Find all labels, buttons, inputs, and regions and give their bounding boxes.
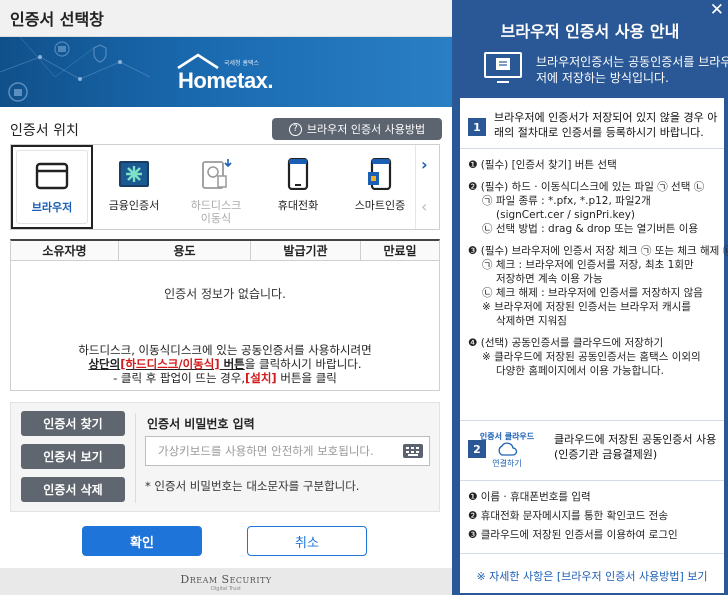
hard-disk-notice: 하드디스크, 이동식디스크에 있는 공동인증서를 사용하시려면 상단의[하드디스… <box>11 343 439 385</box>
storage-label: 스마트인증 <box>354 199 406 212</box>
step-line: ㉠ 파일 종류 : *.pfx, *.p12, 파일2개 <box>482 195 651 207</box>
password-hint: * 인증서 비밀번호는 대소문자를 구분합니다. <box>145 479 360 493</box>
empty-message: 인증서 정보가 없습니다. <box>164 287 286 301</box>
banner-decoration-icon <box>0 37 150 102</box>
hard-disk-icon <box>199 157 233 191</box>
step-line: 저장하면 계속 이용 가능 <box>496 273 603 285</box>
guide-card: 1 브라우저에 인증서가 저장되어 있지 않을 경우 아래의 절차대로 인증서를… <box>460 98 728 593</box>
app-root: 인증서 선택창 국세청 홈택스 Hometax. 인증서 위치 ? 브라우저 인… <box>0 0 728 595</box>
browser-cert-guide-button[interactable]: ? 브라우저 인증서 사용방법 <box>272 118 442 140</box>
chevron-right-icon[interactable]: › <box>421 155 428 174</box>
step-line: 삭제하면 지워짐 <box>496 315 567 327</box>
monitor-cert-icon <box>484 52 522 83</box>
smart-cert-icon <box>363 157 397 191</box>
step-line: ❶ (필수) [인증서 찾기] 버튼 선택 <box>468 159 617 171</box>
step-number: 1 <box>468 118 486 136</box>
view-cert-button[interactable]: 인증서 보기 <box>21 444 125 469</box>
delete-cert-button[interactable]: 인증서 삭제 <box>21 477 125 502</box>
storage-mobile-phone[interactable]: 휴대전화 <box>257 145 339 229</box>
logo-subtitle: 국세청 홈택스 <box>224 60 260 67</box>
password-placeholder: 가상키보드를 사용하면 안전하게 보호됩니다. <box>158 444 374 458</box>
storage-smart-cert[interactable]: 스마트인증 <box>339 145 421 229</box>
cert-select-dialog: 인증서 선택창 국세청 홈택스 Hometax. 인증서 위치 ? 브라우저 인… <box>0 0 452 595</box>
storage-browser[interactable]: 브라우저 <box>11 145 93 229</box>
divider <box>460 553 724 554</box>
step-line: (signCert.cer / signPri.key) <box>496 209 636 221</box>
step-number: 2 <box>468 440 486 458</box>
col-owner: 소유자명 <box>11 241 119 260</box>
table-header: 소유자명 용도 발급기관 만료일 <box>11 241 439 261</box>
guide-detail-link[interactable]: ※ 자세한 사항은 [브라우저 인증서 사용방법] 보기 <box>460 568 724 584</box>
password-panel: 인증서 찾기 인증서 보기 인증서 삭제 인증서 비밀번호 입력 가상키보드를 … <box>10 402 440 512</box>
step1-header: 1 브라우저에 인증서가 저장되어 있지 않을 경우 아래의 절차대로 인증서를… <box>468 110 720 140</box>
col-purpose: 용도 <box>119 241 251 260</box>
footer-tagline: Digital Trust <box>211 586 241 592</box>
guide-title: 브라우저 인증서 사용 안내 <box>500 22 680 41</box>
col-issuer: 발급기관 <box>251 241 361 260</box>
step-line: ❷ 휴대전화 문자메시지를 통한 확인코드 전송 <box>468 510 668 522</box>
cloud-icon <box>498 442 518 456</box>
guide-button-label: 브라우저 인증서 사용방법 <box>306 123 426 136</box>
step-line: ※ 클라우드에 저장된 공동인증서는 홈택스 이외의 <box>482 351 701 363</box>
hometax-banner: 국세청 홈택스 Hometax. <box>0 37 452 107</box>
step-line: ※ 브라우저에 저장된 인증서는 브라우저 캐시를 <box>482 301 692 313</box>
cloud-logo-bottom: 연결하기 <box>492 459 522 468</box>
divider <box>460 148 724 149</box>
confirm-button[interactable]: 확인 <box>82 526 202 556</box>
guide-intro-text: 브라우저인증서는 공동인증서를 브라우저에 저장하는 방식입니다. <box>536 55 728 85</box>
step2-text: 클라우드에 저장된 공동인증서 사용 (인증기관 금융결제원) <box>554 433 717 461</box>
close-icon[interactable]: ✕ <box>710 0 724 20</box>
storage-label: 휴대전화 <box>277 199 319 212</box>
divider <box>460 420 724 421</box>
finance-cert-icon <box>117 157 151 191</box>
virtual-keyboard-icon[interactable] <box>403 444 423 458</box>
col-expiry: 만료일 <box>383 244 417 258</box>
guide-intro: 브라우저인증서는 공동인증서를 브라우저에 저장하는 방식입니다. <box>480 50 728 90</box>
divider <box>135 413 136 503</box>
step-line: ❹ (선택) 공동인증서를 클라우드에 저장하기 <box>468 337 664 349</box>
cert-location-header: 인증서 위치 ? 브라우저 인증서 사용방법 <box>10 116 442 142</box>
storage-label: 하드디스크 이동식 <box>190 199 242 225</box>
step-line: ❸ 클라우드에 저장된 인증서를 이용하여 로그인 <box>468 529 678 541</box>
storage-nav: › ‹ <box>415 145 439 229</box>
storage-finance-cert[interactable]: 금융인증서 <box>93 145 175 229</box>
step1-details: ❶ (필수) [인증서 찾기] 버튼 선택 ❷ (필수) 하드 · 이동식디스크… <box>468 158 728 378</box>
step-line: ㉡ 체크 해제 : 브라우저에 인증서를 저장하지 않음 <box>482 287 703 299</box>
cert-storage-selector: 브라우저 금융인증서 하드디스크 이동식 휴대전화 스마트인증 › ‹ <box>10 144 440 230</box>
step-line: ㉡ 선택 방법 : drag & drop 또는 열기버튼 이용 <box>482 223 699 235</box>
password-label: 인증서 비밀번호 입력 <box>147 417 255 431</box>
dialog-title: 인증서 선택창 <box>10 10 104 29</box>
step-line: ❸ (필수) 브라우저에 인증서 저장 체크 ㉠ 또는 체크 해제 ㉡ <box>468 245 728 257</box>
password-input[interactable]: 가상키보드를 사용하면 안전하게 보호됩니다. <box>145 436 430 466</box>
cert-location-label: 인증서 위치 <box>10 123 79 139</box>
footer-brand: Dream Security <box>180 573 272 586</box>
browser-cert-guide-panel: ✕ 브라우저 인증서 사용 안내 브라우저인증서는 공동인증서를 브라우저에 저… <box>452 0 728 595</box>
notice-line: - 클릭 후 팝업이 뜨는 경우,[설치] 버튼을 클릭 <box>113 371 337 385</box>
chevron-left-icon[interactable]: ‹ <box>421 197 427 216</box>
step-line: 다양한 홈페이지에서 이용 가능합니다. <box>496 365 664 377</box>
question-icon: ? <box>288 122 302 136</box>
logo-wordmark: Hometax. <box>178 68 274 93</box>
step2-details: ❶ 이름 · 휴대폰번호를 입력 ❷ 휴대전화 문자메시지를 통한 확인코드 전… <box>468 488 720 545</box>
step1-text: 브라우저에 인증서가 저장되어 있지 않을 경우 아래의 절차대로 인증서를 등… <box>494 111 718 139</box>
divider <box>460 480 724 481</box>
mobile-phone-icon <box>281 157 315 191</box>
find-cert-button[interactable]: 인증서 찾기 <box>21 411 125 436</box>
storage-label: 금융인증서 <box>108 199 160 212</box>
cancel-button[interactable]: 취소 <box>247 526 367 556</box>
storage-hard-disk[interactable]: 하드디스크 이동식 <box>175 145 257 229</box>
cert-list-table: 소유자명 용도 발급기관 만료일 인증서 정보가 없습니다. 하드디스크, 이동… <box>10 239 440 391</box>
step-line: ❶ 이름 · 휴대폰번호를 입력 <box>468 491 591 503</box>
step-line: ㉠ 체크 : 브라우저에 인증서를 저장, 최초 1회만 <box>482 259 694 271</box>
notice-line: 하드디스크, 이동식디스크에 있는 공동인증서를 사용하시려면 <box>78 343 372 357</box>
notice-line: 상단의[하드디스크/이동식] 버튼을 클릭하시기 바랍니다. <box>88 357 362 371</box>
dialog-titlebar: 인증서 선택창 <box>0 0 452 37</box>
hometax-logo: 국세청 홈택스 Hometax. <box>176 52 276 93</box>
step-line: ❷ (필수) 하드 · 이동식디스크에 있는 파일 ㉠ 선택 ㉡ <box>468 181 705 193</box>
footer: Dream Security Digital Trust <box>0 568 452 595</box>
